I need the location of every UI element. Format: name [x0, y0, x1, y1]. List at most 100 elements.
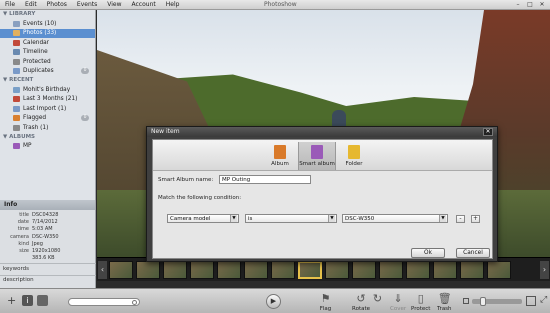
new-item-dialog: New item ✕ Album Smart album Folder Smart …: [146, 126, 498, 262]
menu-view[interactable]: View: [107, 1, 121, 9]
sidebar-item-calendar[interactable]: Calendar: [0, 38, 95, 48]
info-row: 383.6 KB: [0, 255, 95, 262]
info-value: Jpeg: [32, 240, 43, 247]
add-icon[interactable]: +: [7, 295, 16, 306]
thumbnail[interactable]: [352, 261, 376, 279]
menu-edit[interactable]: Edit: [25, 1, 37, 9]
info-key: size: [19, 247, 29, 254]
zoom-slider-handle[interactable]: [480, 297, 486, 306]
sidebar-item-timeline[interactable]: Timeline: [0, 48, 95, 58]
thumbnail[interactable]: [109, 261, 133, 279]
filmstrip-prev-icon[interactable]: ‹: [98, 261, 107, 279]
albums-header[interactable]: ▼ ALBUMS: [0, 133, 95, 142]
search-input[interactable]: [68, 298, 140, 306]
maximize-icon[interactable]: □: [526, 1, 534, 9]
thumbnail[interactable]: [244, 261, 268, 279]
smart-album-name-input[interactable]: MP Outing: [219, 175, 311, 184]
remove-condition-button[interactable]: -: [456, 215, 465, 223]
info-key: date: [17, 219, 29, 226]
thumbnail[interactable]: [325, 261, 349, 279]
trash-button[interactable]: 🗑 Trash: [437, 292, 452, 312]
rotate-button[interactable]: ↺ Rotate: [352, 292, 370, 312]
sidebar-item-flagged[interactable]: Flagged 0: [0, 114, 95, 124]
info-header[interactable]: Info: [0, 200, 95, 210]
menu-photos[interactable]: Photos: [47, 1, 67, 9]
description-field[interactable]: description: [3, 277, 34, 283]
menu-account[interactable]: Account: [132, 1, 156, 9]
sidebar-item-duplicates[interactable]: Duplicates 0: [0, 67, 95, 77]
sidebar-item-last-3-months-21[interactable]: Last 3 Months (21): [0, 95, 95, 105]
duplicates-icon: [13, 68, 20, 75]
zoom-in-icon[interactable]: [526, 296, 536, 306]
condition-field-select[interactable]: Camera model ▼: [167, 214, 239, 223]
tab-folder[interactable]: Folder: [335, 142, 373, 170]
thumbnail[interactable]: [433, 261, 457, 279]
rotate-right-button[interactable]: ↻: [371, 292, 384, 306]
album-icon: [274, 145, 286, 159]
protect-button[interactable]: ▯ Protect: [411, 292, 430, 312]
ok-button[interactable]: Ok: [411, 248, 445, 258]
photos-icon: [13, 30, 20, 37]
chevron-down-icon: ▼: [439, 215, 446, 222]
close-icon[interactable]: ✕: [538, 1, 546, 9]
keywords-field[interactable]: keywords: [3, 266, 29, 272]
events-icon: [13, 20, 20, 27]
fullscreen-icon[interactable]: ⤢: [540, 295, 547, 306]
sidebar-item-trash-1[interactable]: Trash (1): [0, 123, 95, 133]
sidebar-item-last-import-1[interactable]: Last Import (1): [0, 104, 95, 114]
flag-button[interactable]: ⚑ Flag: [319, 292, 332, 312]
thumbnail[interactable]: [487, 261, 511, 279]
menu-help[interactable]: Help: [166, 1, 180, 9]
sidebar-item-label: MP: [23, 143, 32, 150]
info-row: title DSC04328: [0, 212, 95, 219]
event-icon: [13, 86, 20, 93]
folder-icon: [348, 145, 360, 159]
condition-operator-select[interactable]: is ▼: [245, 214, 337, 223]
filmstrip-next-icon[interactable]: ›: [540, 261, 549, 279]
app-window: File Edit Photos Events View Account Help Phot…: [0, 0, 550, 313]
thumbnail[interactable]: [190, 261, 214, 279]
trash-label: Trash: [437, 306, 452, 312]
sidebar-item-label: Trash (1): [23, 124, 49, 131]
info-value: 1920x1080: [32, 247, 61, 254]
dialog-close-button[interactable]: ✕: [483, 128, 493, 136]
thumbnail[interactable]: [136, 261, 160, 279]
sidebar-item-mp[interactable]: MP: [0, 142, 95, 152]
add-condition-button[interactable]: +: [471, 215, 480, 223]
sidebar-item-label: Last 3 Months (21): [23, 96, 78, 103]
zoom-slider[interactable]: [472, 297, 522, 306]
condition-value-select[interactable]: DSC-W350 ▼: [342, 214, 448, 223]
thumbnail[interactable]: [460, 261, 484, 279]
library-header[interactable]: ▼ LIBRARY: [0, 10, 95, 19]
edit-icon[interactable]: [37, 295, 48, 306]
rotate-label: Rotate: [352, 306, 371, 312]
tab-album[interactable]: Album: [261, 142, 299, 170]
menu-file[interactable]: File: [5, 1, 15, 9]
flag-label: Flag: [319, 306, 332, 312]
trash-icon: 🗑: [437, 292, 452, 305]
recent-header[interactable]: ▼ RECENT: [0, 76, 95, 85]
thumbnail-list: [109, 261, 511, 279]
cancel-button[interactable]: Cancel: [456, 248, 490, 258]
dialog-title: New item: [147, 127, 497, 137]
menu-events[interactable]: Events: [77, 1, 97, 9]
sidebar-item-label: Timeline: [23, 49, 48, 56]
zoom-out-icon[interactable]: [463, 298, 469, 304]
sidebar-item-protected[interactable]: Protected: [0, 57, 95, 67]
sidebar-item-mohit-s-birthday[interactable]: Mohit's Birthday: [0, 85, 95, 95]
minimize-icon[interactable]: –: [514, 1, 522, 9]
thumbnail[interactable]: [217, 261, 241, 279]
thumbnail[interactable]: [271, 261, 295, 279]
info-icon[interactable]: i: [22, 295, 33, 306]
info-value: 383.6 KB: [32, 255, 55, 262]
thumbnail[interactable]: [298, 261, 322, 279]
thumbnail[interactable]: [406, 261, 430, 279]
cover-button[interactable]: ⇓ Cover: [390, 292, 406, 312]
sidebar-item-events-10[interactable]: Events (10): [0, 19, 95, 29]
sidebar-item-photos-33[interactable]: Photos (33): [0, 28, 95, 38]
slideshow-play-button[interactable]: ▶: [266, 294, 281, 309]
thumbnail[interactable]: [379, 261, 403, 279]
tab-smart-album[interactable]: Smart album: [298, 142, 336, 170]
item-type-tabs: Album Smart album Folder: [153, 140, 492, 171]
thumbnail[interactable]: [163, 261, 187, 279]
